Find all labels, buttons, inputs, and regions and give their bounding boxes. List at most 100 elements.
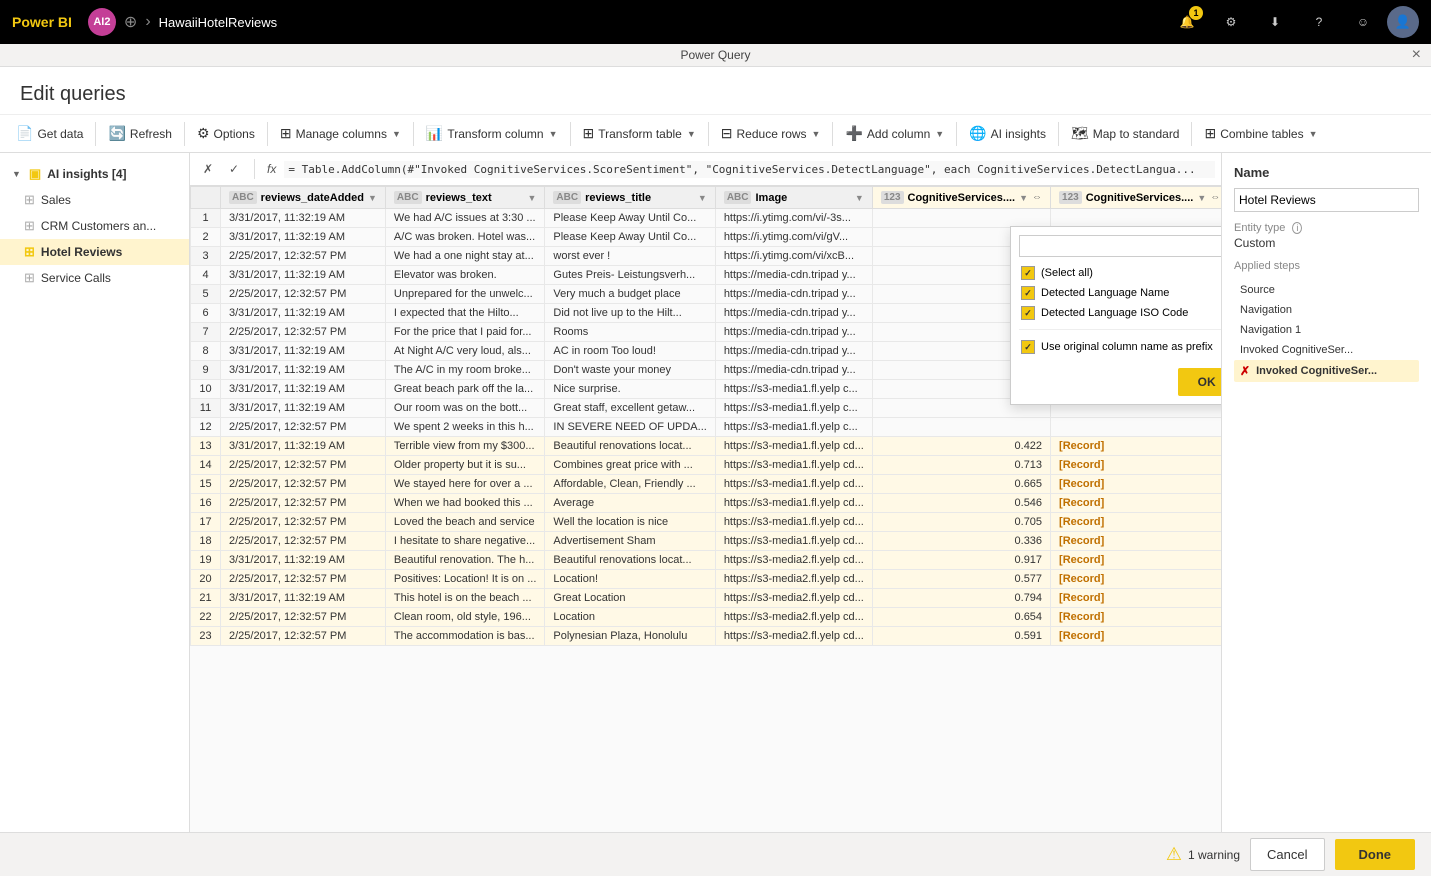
formula-cancel-btn[interactable]: ✗ <box>196 157 220 181</box>
cell-date: 2/25/2017, 12:32:57 PM <box>221 418 386 437</box>
prefix-checkbox[interactable]: ✓ <box>1021 340 1035 354</box>
dropdown-option-detected-language-iso[interactable]: ✓ Detected Language ISO Code <box>1019 303 1221 323</box>
cog1-filter-icon[interactable]: ▼ <box>1019 193 1028 203</box>
bottom-cancel-button[interactable]: Cancel <box>1250 838 1324 871</box>
cell-date: 3/31/2017, 11:32:19 AM <box>221 551 386 570</box>
sidebar-item-service-calls[interactable]: ⊞ Service Calls <box>0 265 189 291</box>
transform-column-button[interactable]: 📊 Transform column ▼ <box>418 119 566 148</box>
emoji-button[interactable]: ☺ <box>1343 2 1383 42</box>
check-icon: ✓ <box>1024 268 1032 279</box>
cell-title: AC in room Too loud! <box>545 342 715 361</box>
refresh-button[interactable]: 🔄 Refresh <box>100 119 179 148</box>
get-data-button[interactable]: 📄 Get data <box>8 119 91 148</box>
cell-date: 3/31/2017, 11:32:19 AM <box>221 399 386 418</box>
reduce-rows-button[interactable]: ⊟ Reduce rows ▼ <box>713 119 829 148</box>
step-navigation1[interactable]: Navigation 1 <box>1234 320 1419 340</box>
check-icon-2: ✓ <box>1024 288 1032 299</box>
step-invoked-cog2[interactable]: ✗ Invoked CognitiveSer... <box>1234 360 1419 382</box>
notifications-button[interactable]: 🔔 1 <box>1167 2 1207 42</box>
transform-table-button[interactable]: ⊞ Transform table ▼ <box>575 119 704 148</box>
cell-rownum: 4 <box>191 266 221 285</box>
col-header-title[interactable]: ABC reviews_title ▼ <box>545 187 715 209</box>
cell-rownum: 20 <box>191 570 221 589</box>
prefix-check-icon: ✓ <box>1024 342 1032 353</box>
step-remove-icon[interactable]: ✗ <box>1240 364 1250 378</box>
combine-tables-button[interactable]: ⊞ Combine tables ▼ <box>1196 119 1325 148</box>
name-input[interactable] <box>1234 188 1419 212</box>
cell-date: 2/25/2017, 12:32:57 PM <box>221 323 386 342</box>
cell-title: Average <box>545 494 715 513</box>
cog1-expand-icon[interactable]: ⇔ <box>1032 192 1042 203</box>
table-row: 19 3/31/2017, 11:32:19 AM Beautiful reno… <box>191 551 1222 570</box>
sidebar-group-ai-insights[interactable]: ▼ ▣ AI insights [4] <box>0 161 189 187</box>
cell-title: Location <box>545 608 715 627</box>
title-filter-icon[interactable]: ▼ <box>698 193 707 203</box>
detected-language-name-checkbox[interactable]: ✓ <box>1021 286 1035 300</box>
settings-button[interactable]: ⚙ <box>1211 2 1251 42</box>
col-header-image[interactable]: ABC Image ▼ <box>715 187 872 209</box>
cell-image: https://media-cdn.tripad y... <box>715 342 872 361</box>
page-title: Edit queries <box>0 67 1431 115</box>
add-column-button[interactable]: ➕ Add column ▼ <box>837 119 952 148</box>
step-invoked-cog1[interactable]: Invoked CognitiveSer... <box>1234 340 1419 360</box>
cell-cog2: [Record] <box>1051 589 1221 608</box>
user-avatar[interactable]: AI2 <box>88 8 116 36</box>
download-button[interactable]: ⬇ <box>1255 2 1295 42</box>
col-header-text[interactable]: ABC reviews_text ▼ <box>385 187 544 209</box>
dropdown-option-select-all[interactable]: ✓ (Select all) <box>1019 263 1221 283</box>
get-data-label: Get data <box>37 127 83 141</box>
user-profile-avatar[interactable]: 👤 <box>1387 6 1419 38</box>
editor-area: ✗ ✓ fx ABC review <box>190 153 1221 832</box>
detected-language-iso-checkbox[interactable]: ✓ <box>1021 306 1035 320</box>
text-filter-icon[interactable]: ▼ <box>527 193 536 203</box>
manage-columns-icon: ⊞ <box>280 125 292 142</box>
ok-button[interactable]: OK <box>1178 368 1221 396</box>
cell-text: I expected that the Hilto... <box>385 304 544 323</box>
ai-insights-button[interactable]: 🌐 AI insights <box>961 119 1054 148</box>
col-header-cog2[interactable]: 123 CognitiveServices.... ▼ ⇔ <box>1051 187 1221 209</box>
applied-steps: Source Navigation Navigation 1 Invoked C… <box>1234 280 1419 382</box>
col-header-date[interactable]: ABC reviews_dateAdded ▼ <box>221 187 386 209</box>
refresh-icon: 🔄 <box>108 125 125 142</box>
close-button[interactable]: × <box>1412 46 1421 64</box>
cell-title: Polynesian Plaza, Honolulu <box>545 627 715 646</box>
prefix-option[interactable]: ✓ Use original column name as prefix <box>1019 336 1221 358</box>
map-to-standard-label: Map to standard <box>1093 127 1180 141</box>
cell-cog1: 0.591 <box>872 627 1050 646</box>
warning-count: 1 warning <box>1188 848 1240 862</box>
help-button[interactable]: ? <box>1299 2 1339 42</box>
sidebar-item-sales[interactable]: ⊞ Sales <box>0 187 189 213</box>
image-filter-icon[interactable]: ▼ <box>855 193 864 203</box>
date-filter-icon[interactable]: ▼ <box>368 193 377 203</box>
cell-cog2: [Record] <box>1051 437 1221 456</box>
formula-confirm-btn[interactable]: ✓ <box>222 157 246 181</box>
step-navigation[interactable]: Navigation <box>1234 300 1419 320</box>
toolbar: 📄 Get data 🔄 Refresh ⚙ Options ⊞ Manage … <box>0 115 1431 153</box>
cog2-filter-icon[interactable]: ▼ <box>1197 193 1206 203</box>
cell-image: https://s3-media2.fl.yelp cd... <box>715 608 872 627</box>
toolbar-divider-5 <box>570 122 571 146</box>
cell-cog2: [Record] <box>1051 456 1221 475</box>
cell-image: https://i.ytimg.com/vi/xcB... <box>715 247 872 266</box>
cell-rownum: 17 <box>191 513 221 532</box>
map-to-standard-button[interactable]: 🗺 Map to standard <box>1063 119 1188 148</box>
toolbar-divider-6 <box>708 122 709 146</box>
cell-date: 2/25/2017, 12:32:57 PM <box>221 608 386 627</box>
select-all-checkbox[interactable]: ✓ <box>1021 266 1035 280</box>
cell-date: 2/25/2017, 12:32:57 PM <box>221 627 386 646</box>
dropdown-search-input[interactable] <box>1019 235 1221 257</box>
step-source[interactable]: Source <box>1234 280 1419 300</box>
cog2-expand-icon[interactable]: ⇔ <box>1210 192 1220 203</box>
dropdown-option-detected-language-name[interactable]: ✓ Detected Language Name <box>1019 283 1221 303</box>
sidebar-item-hotel-reviews[interactable]: ⊞ Hotel Reviews <box>0 239 189 265</box>
sidebar-item-crm[interactable]: ⊞ CRM Customers an... <box>0 213 189 239</box>
dropdown-divider <box>1019 329 1221 330</box>
cell-text: Loved the beach and service <box>385 513 544 532</box>
options-button[interactable]: ⚙ Options <box>189 119 263 148</box>
col-header-cog1[interactable]: 123 CognitiveServices.... ▼ ⇔ <box>872 187 1050 209</box>
done-button[interactable]: Done <box>1335 839 1416 870</box>
formula-input[interactable] <box>284 161 1215 178</box>
step-source-label: Source <box>1240 284 1275 296</box>
table-container[interactable]: ABC reviews_dateAdded ▼ ABC reviews_text… <box>190 186 1221 832</box>
manage-columns-button[interactable]: ⊞ Manage columns ▼ <box>272 119 409 148</box>
